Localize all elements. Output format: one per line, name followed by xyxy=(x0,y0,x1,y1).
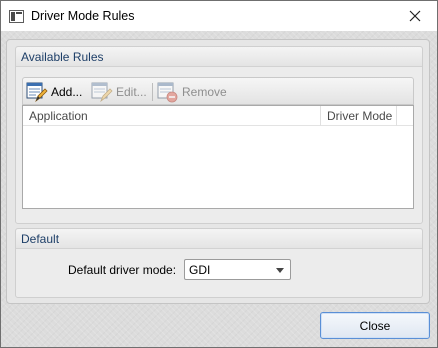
close-icon[interactable] xyxy=(401,5,429,27)
toolbar-separator xyxy=(152,83,153,101)
remove-rule-button[interactable]: Remove xyxy=(157,81,227,103)
column-divider[interactable] xyxy=(320,106,321,126)
rules-toolbar: Add... Edit... Remove xyxy=(22,77,414,105)
add-rule-button[interactable]: Add... xyxy=(26,81,82,103)
column-header-driver-mode[interactable]: Driver Mode xyxy=(327,106,392,126)
chevron-down-icon[interactable] xyxy=(276,268,284,273)
default-driver-mode-label: Default driver mode: xyxy=(68,263,177,277)
available-rules-header: Available Rules xyxy=(16,47,422,67)
main-panel: Available Rules Add... Edit... Remove Ap… xyxy=(6,39,430,304)
title-bar: Driver Mode Rules xyxy=(1,1,437,31)
edit-rule-button[interactable]: Edit... xyxy=(91,81,147,103)
window-title: Driver Mode Rules xyxy=(31,9,135,23)
dialog-body: Available Rules Add... Edit... Remove Ap… xyxy=(1,31,437,347)
add-rule-icon xyxy=(26,81,48,103)
default-group-header: Default xyxy=(16,229,422,249)
edit-rule-icon xyxy=(91,81,113,103)
add-rule-label: Add... xyxy=(51,85,83,99)
default-group-title: Default xyxy=(21,232,60,246)
edit-rule-label: Edit... xyxy=(116,85,147,99)
select-value: GDI xyxy=(189,263,211,277)
driver-mode-rules-dialog: Driver Mode Rules Available Rules Add...… xyxy=(0,0,438,348)
column-divider[interactable] xyxy=(396,106,397,126)
available-rules-title: Available Rules xyxy=(21,50,104,64)
column-header-application[interactable]: Application xyxy=(29,106,88,126)
default-group: Default Default driver mode: GDI xyxy=(15,228,423,298)
close-button[interactable]: Close xyxy=(320,312,430,339)
available-rules-group: Available Rules Add... Edit... Remove Ap… xyxy=(15,46,423,224)
rules-table[interactable]: Application Driver Mode xyxy=(22,105,414,209)
remove-rule-label: Remove xyxy=(182,85,227,99)
window-app-icon xyxy=(9,10,24,23)
rules-table-header: Application Driver Mode xyxy=(23,106,413,126)
default-driver-mode-select[interactable]: GDI xyxy=(184,259,291,280)
close-button-label: Close xyxy=(359,319,391,333)
remove-rule-icon xyxy=(157,81,179,103)
